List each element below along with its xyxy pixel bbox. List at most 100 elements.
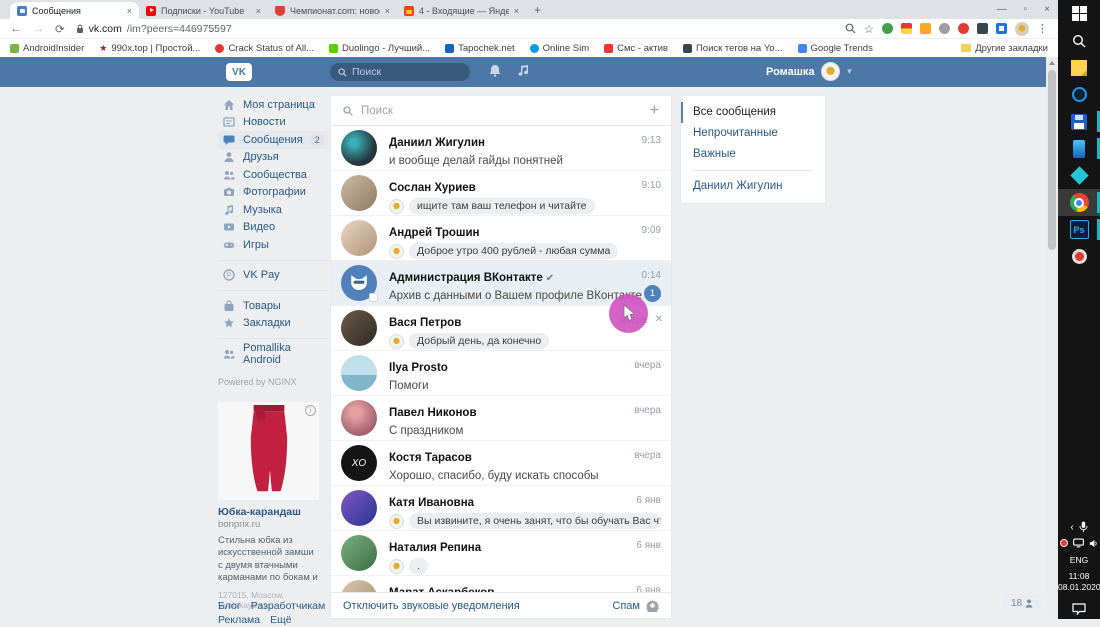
ad-block[interactable]: Юбка-карандаш bonprix.ru Стильна юбка из… <box>218 402 319 610</box>
sidebar-item-vkpay[interactable]: P VK Pay <box>218 267 328 285</box>
chat-search-input[interactable]: Поиск + <box>331 96 671 126</box>
new-message-button[interactable]: + <box>650 102 659 120</box>
filter-unread[interactable]: Непрочитанные <box>681 123 825 144</box>
filter-important[interactable]: Важные <box>681 144 825 165</box>
url-field[interactable]: vk.com/im?peers=446975597 <box>76 23 834 35</box>
tab-close-icon[interactable]: × <box>127 6 132 16</box>
ad-site[interactable]: bonprix.ru <box>218 519 319 530</box>
scrollbar-thumb[interactable] <box>1048 70 1056 250</box>
conversation-row[interactable]: Павел Никонов вчера С праздником <box>331 396 671 441</box>
sphere-app[interactable] <box>1058 81 1100 108</box>
tab-youtube[interactable]: Подписки - YouTube × <box>139 2 268 19</box>
sidebar-item-friends[interactable]: Друзья <box>218 149 328 167</box>
conversation-row[interactable]: Даниил Жигулин 9:13 и вообще делай гайды… <box>331 126 671 171</box>
tray-clock[interactable]: 11:08 08.01.2020 <box>1058 571 1100 593</box>
bookmark-item[interactable]: Crack Status of All... <box>215 43 314 54</box>
tab-yandex-mail[interactable]: 4 - Входящие — Яндекс.Почта × <box>397 2 526 19</box>
maximize-button[interactable]: ▫ <box>1024 4 1028 15</box>
display-icon[interactable] <box>1073 538 1084 548</box>
language-indicator[interactable]: ENG <box>1058 555 1100 565</box>
extension-screenshot-icon[interactable] <box>977 23 988 34</box>
sidebar-item-goods[interactable]: Товары <box>218 297 328 315</box>
filter-all-messages[interactable]: Все сообщения <box>681 102 825 123</box>
online-friends-counter[interactable]: 18 <box>1002 594 1042 613</box>
speaker-icon[interactable] <box>1089 539 1098 548</box>
conversation-row[interactable]: Андрей Трошин 9:09 Доброе утро 400 рубле… <box>331 216 671 261</box>
sidebar-item-photos[interactable]: Фотографии <box>218 184 328 202</box>
conversation-row[interactable]: XO Костя Тарасов вчера Хорошо, спасибо, … <box>331 441 671 486</box>
footer-link-developers[interactable]: Разработчикам <box>251 600 326 612</box>
bookmark-item[interactable]: Поиск тегов на Yo... <box>683 43 783 54</box>
user-menu[interactable]: Ромашка ▼ <box>766 62 853 81</box>
notifications-bell-icon[interactable] <box>489 64 501 82</box>
ad-info-icon[interactable] <box>305 405 316 416</box>
conversation-row[interactable]: Ilya Prosto вчера Помоги <box>331 351 671 396</box>
document-app[interactable] <box>1058 135 1100 162</box>
tab-close-icon[interactable]: × <box>385 6 390 16</box>
bookmark-item[interactable]: Duolingo - Лучший... <box>329 43 430 54</box>
conversation-row[interactable]: Катя Ивановна 6 янв Вы извините, я очень… <box>331 486 671 531</box>
mute-notifications-link[interactable]: Отключить звуковые уведомления <box>343 600 520 612</box>
scrollbar-up-arrow[interactable] <box>1049 61 1055 65</box>
sidebar-item-games[interactable]: Игры <box>218 236 328 254</box>
extension-flag-icon[interactable] <box>901 23 912 34</box>
sidebar-item-app[interactable]: Pomallika Android <box>218 345 328 363</box>
action-center-button[interactable] <box>1058 603 1100 615</box>
ad-image[interactable] <box>218 402 319 500</box>
conversation-row[interactable]: Наталия Репина 6 янв . <box>331 531 671 576</box>
forward-icon[interactable]: → <box>33 23 45 35</box>
extension-adblock-icon[interactable] <box>882 23 893 34</box>
sidebar-item-videos[interactable]: Видео <box>218 219 328 237</box>
vegas-app[interactable] <box>1058 162 1100 189</box>
sticky-notes-app[interactable] <box>1058 54 1100 81</box>
tab-close-icon[interactable]: × <box>514 6 519 16</box>
close-button[interactable]: × <box>1044 4 1050 15</box>
conversation-row[interactable]: Сослан Хуриев 9:10 ищите там ваш телефон… <box>331 171 671 216</box>
dismiss-conversation-icon[interactable]: ✕ <box>655 314 663 325</box>
chrome-app[interactable] <box>1058 189 1100 216</box>
bookmark-item[interactable]: Смс - актив <box>604 43 668 54</box>
settings-gear-icon[interactable] <box>646 599 659 612</box>
bookmark-item[interactable]: ★990x.top | Простой... <box>99 43 200 54</box>
header-search-input[interactable]: Поиск <box>330 63 470 81</box>
spam-link[interactable]: Спам <box>612 600 640 612</box>
photoshop-app[interactable] <box>1058 216 1100 243</box>
footer-link-blog[interactable]: Блог <box>218 600 241 612</box>
zoom-icon[interactable] <box>845 23 856 34</box>
screen-recorder-app[interactable] <box>1058 243 1100 270</box>
filter-pinned-dialog[interactable]: Даниил Жигулин <box>681 176 825 197</box>
extension-shield-icon[interactable] <box>939 23 950 34</box>
extension-k-icon[interactable] <box>920 23 931 34</box>
bookmark-item[interactable]: Tapochek.net <box>445 43 515 54</box>
vk-logo[interactable]: VK <box>226 63 252 81</box>
bookmark-item[interactable]: Online Sim <box>530 43 589 54</box>
sidebar-item-music[interactable]: Музыка <box>218 201 328 219</box>
minimize-button[interactable]: — <box>997 4 1007 15</box>
tray-expand-icon[interactable]: ‹ <box>1070 522 1073 533</box>
tab-vk-messages[interactable]: Сообщения × <box>10 2 139 19</box>
tab-close-icon[interactable]: × <box>256 6 261 16</box>
taskbar-search-button[interactable] <box>1058 27 1100 54</box>
extension-red-icon[interactable] <box>958 23 969 34</box>
sidebar-item-bookmarks[interactable]: Закладки <box>218 315 328 333</box>
bookmark-star-icon[interactable]: ☆ <box>864 22 874 36</box>
sidebar-item-communities[interactable]: Сообщества <box>218 166 328 184</box>
footer-link-more[interactable]: Ещё <box>270 614 291 626</box>
back-icon[interactable]: ← <box>10 23 22 35</box>
new-tab-button[interactable]: + <box>534 2 541 19</box>
save-app[interactable] <box>1058 108 1100 135</box>
sidebar-item-profile[interactable]: Моя страница <box>218 96 328 114</box>
microphone-icon[interactable] <box>1079 521 1088 533</box>
browser-menu-icon[interactable]: ⋮ <box>1037 22 1048 35</box>
bookmark-item[interactable]: AndroidInsider <box>10 43 84 54</box>
footer-link-ads[interactable]: Реклама <box>218 614 260 626</box>
sidebar-item-news[interactable]: Новости <box>218 114 328 132</box>
tab-championat[interactable]: Чемпионат.com: новости спор × <box>268 2 397 19</box>
recording-indicator-icon[interactable] <box>1060 539 1068 547</box>
reload-icon[interactable]: ⟳ <box>55 22 65 36</box>
sidebar-item-messages[interactable]: Сообщения 2 <box>218 131 328 149</box>
other-bookmarks-button[interactable]: Другие закладки <box>961 43 1048 54</box>
extension-translate-icon[interactable] <box>996 23 1007 34</box>
start-button[interactable] <box>1058 0 1100 27</box>
music-icon[interactable] <box>517 64 529 82</box>
